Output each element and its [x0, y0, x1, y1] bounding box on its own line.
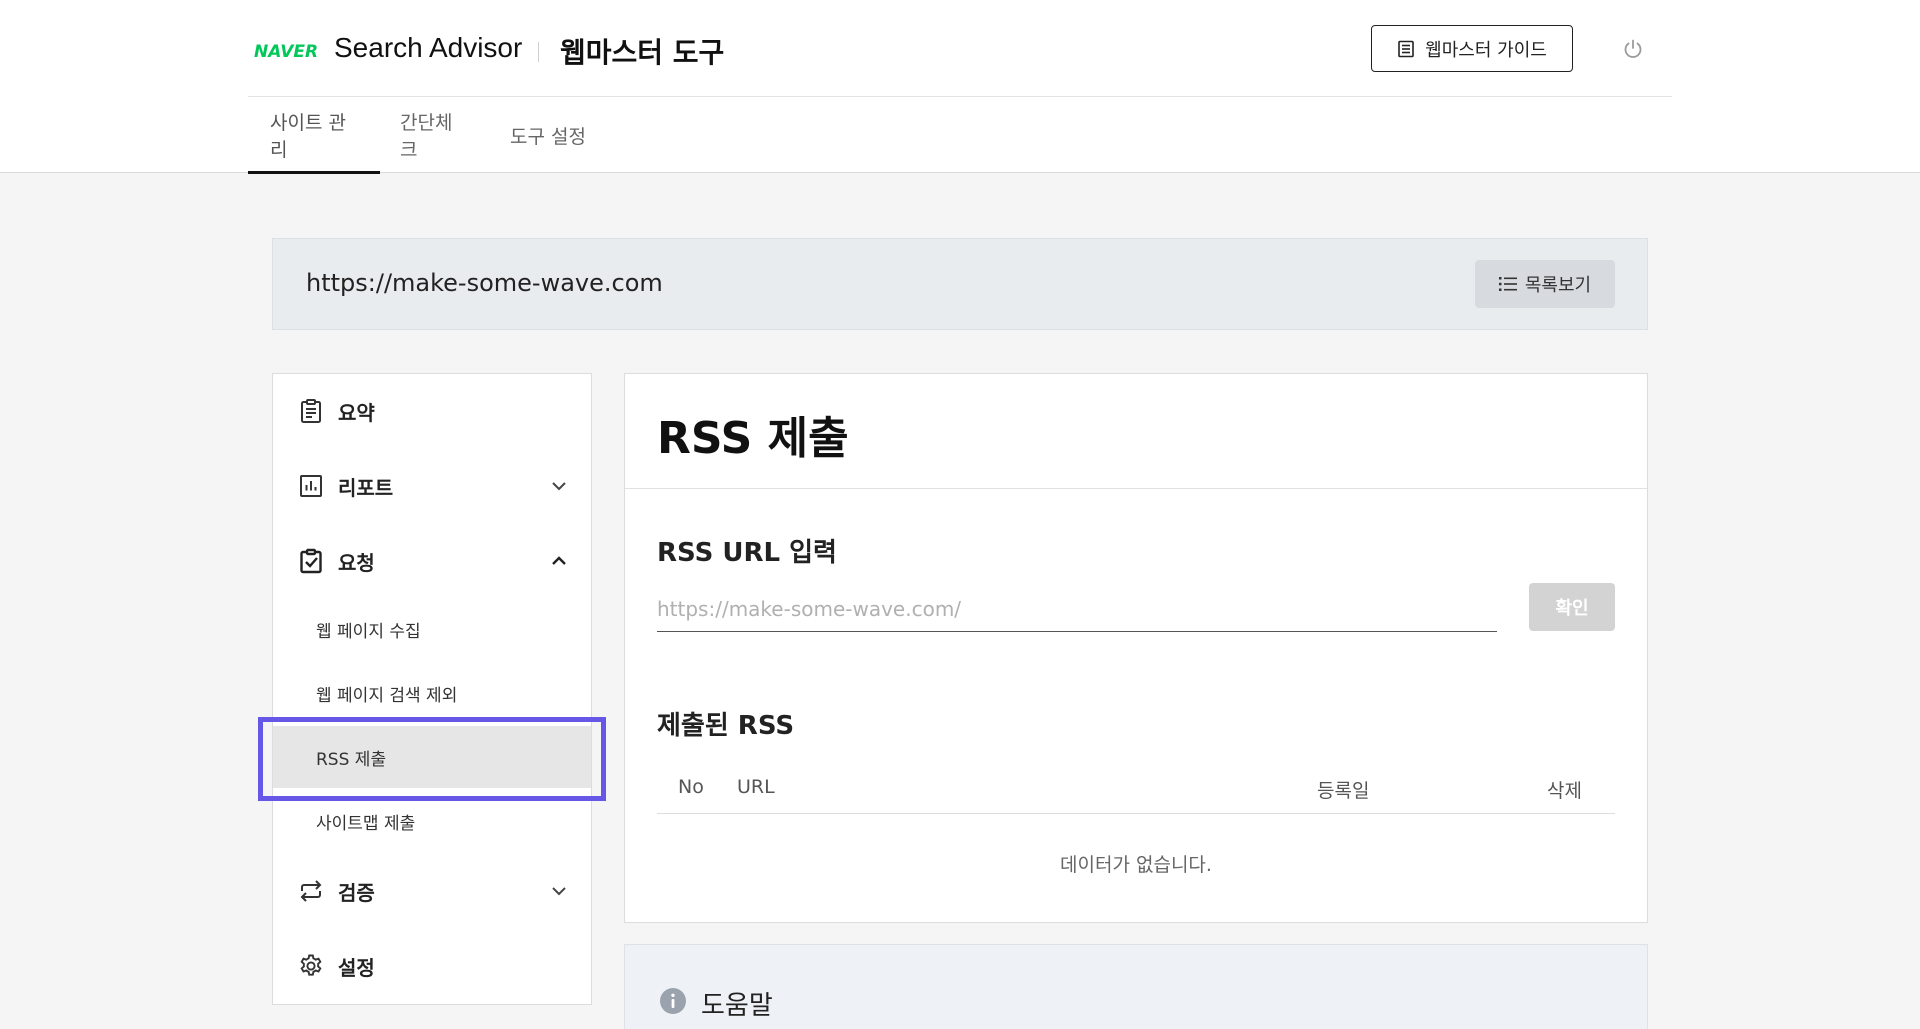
list-icon [1498, 277, 1517, 291]
chevron-up-icon [552, 556, 566, 565]
brand-name[interactable]: Search Advisor [334, 32, 522, 64]
sidebar-item-label: 리포트 [338, 475, 394, 500]
confirm-button[interactable]: 확인 [1529, 583, 1615, 631]
header-top: NAVER Search Advisor 웹마스터 도구 웹마스터 가이드 [248, 0, 1672, 97]
panel-header: RSS 제출 [625, 374, 1647, 489]
tab-tool-settings[interactable]: 도구 설정 [490, 97, 610, 173]
check-clipboard-icon [300, 548, 322, 574]
column-header-date: 등록일 [1317, 780, 1370, 802]
site-url: https://make-some-wave.com [306, 269, 663, 297]
submitted-rss-title: 제출된 RSS [657, 711, 795, 741]
sidebar-subitem-sitemap-submit[interactable]: 사이트맵 제출 [273, 790, 591, 852]
sidebar-subitem-web-page-collect[interactable]: 웹 페이지 수집 [273, 598, 591, 660]
sidebar: 요약 리포트 요청 웹 페이지 수집 웹 페이지 검색 제외 RSS 제출 사이… [272, 373, 592, 1005]
sidebar-item-label: 검증 [338, 880, 375, 905]
sidebar-item-label: 설정 [338, 955, 375, 980]
clipboard-icon [301, 399, 321, 423]
column-header-delete: 삭제 [1547, 780, 1582, 802]
column-header-no: No [678, 776, 704, 798]
rss-url-input-title: RSS URL 입력 [657, 538, 837, 568]
document-icon [1398, 40, 1414, 57]
webmaster-guide-label: 웹마스터 가이드 [1425, 39, 1547, 61]
chevron-down-icon [552, 887, 566, 896]
table-header: No URL 등록일 삭제 [657, 759, 1615, 814]
swap-icon [300, 880, 322, 902]
main-tabs: 사이트 관리 간단체크 도구 설정 [248, 97, 610, 174]
sidebar-item-label: 요청 [338, 550, 375, 575]
sidebar-subitem-rss-submit[interactable]: RSS 제출 [273, 726, 591, 788]
tab-quick-check[interactable]: 간단체크 [380, 97, 490, 173]
list-view-button[interactable]: 목록보기 [1475, 260, 1615, 308]
sidebar-item-report[interactable]: 리포트 [298, 466, 568, 506]
sidebar-item-summary[interactable]: 요약 [298, 391, 568, 431]
gear-icon [300, 954, 322, 976]
chevron-down-icon [552, 482, 566, 491]
bar-chart-icon [300, 475, 322, 497]
header: NAVER Search Advisor 웹마스터 도구 웹마스터 가이드 사이… [0, 0, 1920, 174]
rss-submit-panel: RSS 제출 RSS URL 입력 확인 제출된 RSS No URL 등록일 … [624, 373, 1648, 923]
sidebar-item-verify[interactable]: 검증 [298, 871, 568, 911]
help-title[interactable]: 도움말 [701, 985, 773, 1022]
table-empty-message: 데이터가 없습니다. [1060, 854, 1212, 876]
info-icon [660, 988, 686, 1014]
list-view-label: 목록보기 [1524, 275, 1592, 296]
rss-url-input[interactable] [657, 587, 1497, 632]
webmaster-guide-button[interactable]: 웹마스터 가이드 [1371, 25, 1573, 72]
tool-title[interactable]: 웹마스터 도구 [560, 31, 724, 71]
help-panel: 도움말 [624, 944, 1648, 1029]
naver-logo[interactable]: NAVER [254, 42, 318, 62]
tab-site-management[interactable]: 사이트 관리 [248, 97, 380, 174]
sidebar-item-label: 요약 [338, 400, 375, 425]
power-icon[interactable] [1622, 38, 1644, 60]
sidebar-item-request[interactable]: 요청 [298, 541, 568, 581]
sidebar-subitem-web-page-exclude[interactable]: 웹 페이지 검색 제외 [273, 662, 591, 724]
site-bar: https://make-some-wave.com 목록보기 [272, 238, 1648, 330]
sidebar-item-settings[interactable]: 설정 [298, 946, 568, 986]
brand-divider [538, 42, 539, 62]
column-header-url: URL [737, 776, 775, 798]
page-title: RSS 제출 [657, 413, 849, 464]
